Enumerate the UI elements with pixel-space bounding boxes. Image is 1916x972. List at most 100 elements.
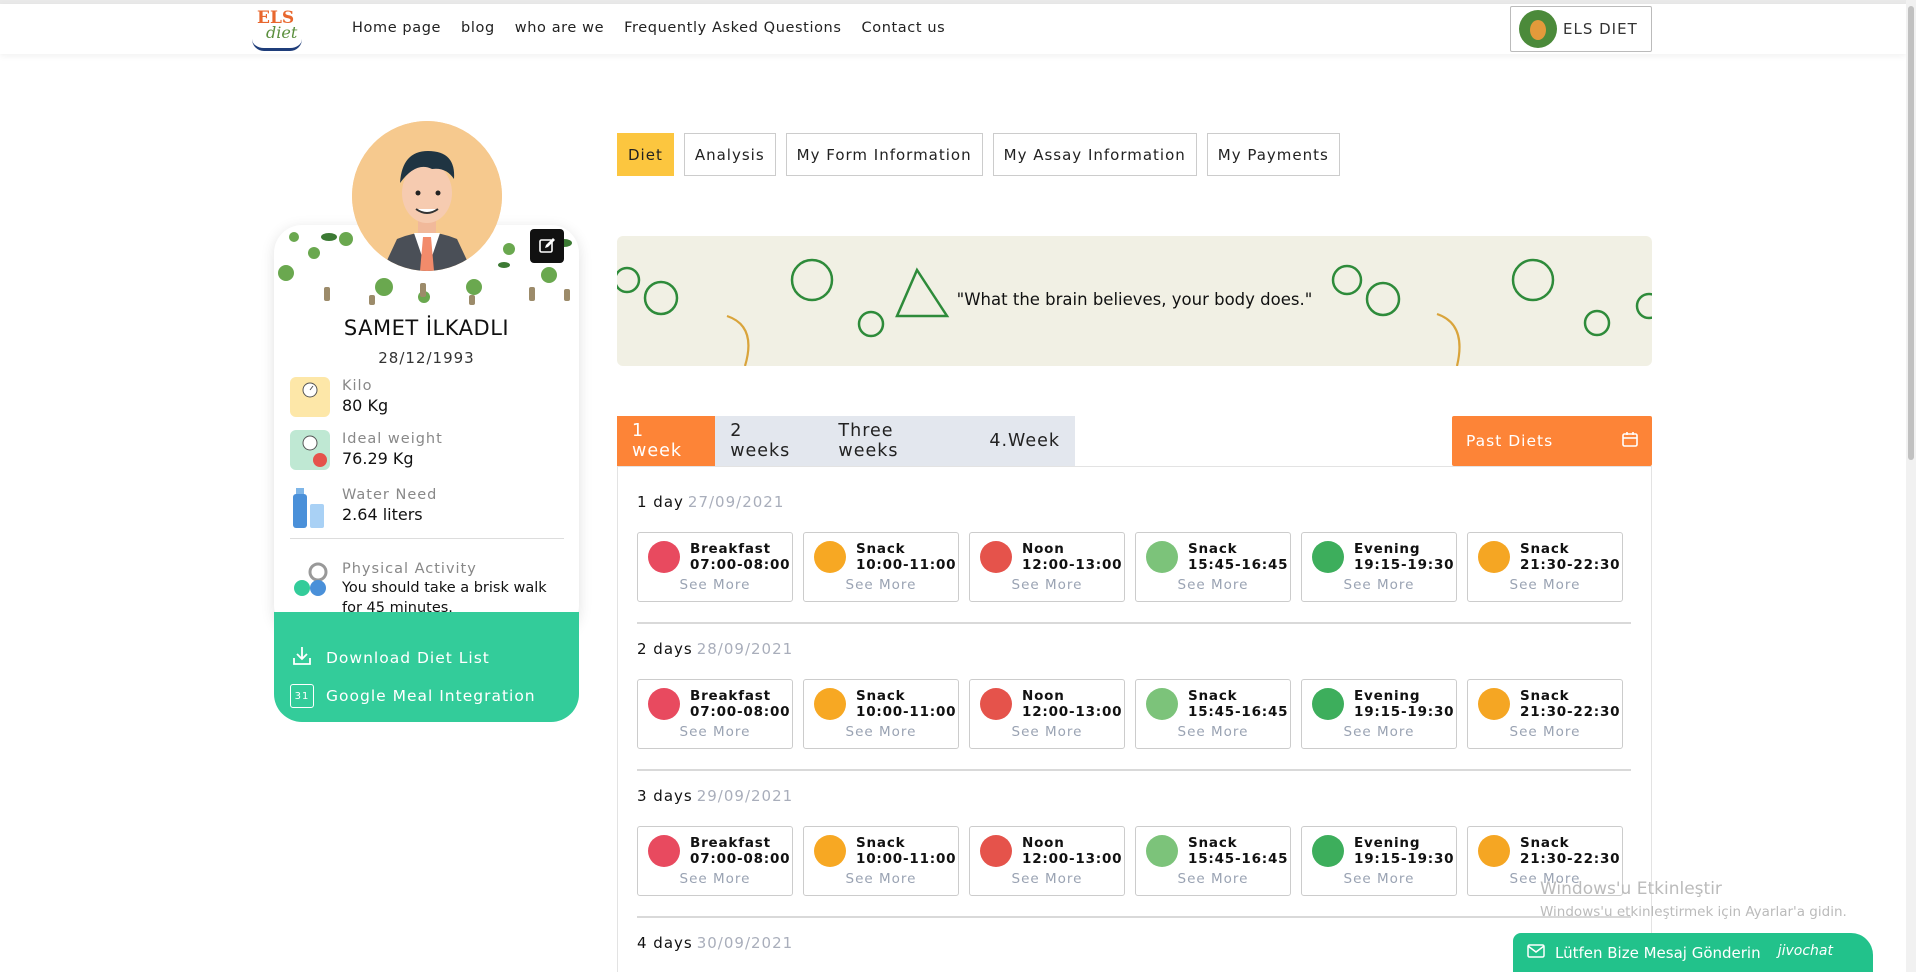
see-more-link[interactable]: See More bbox=[1136, 724, 1290, 740]
scrollbar-thumb[interactable] bbox=[1908, 6, 1914, 460]
meal-name: Breakfast bbox=[690, 688, 771, 704]
profile-divider bbox=[290, 538, 564, 539]
meal-card[interactable]: Breakfast 07:00-08:00 See More bbox=[637, 679, 793, 749]
meal-card[interactable]: Snack 10:00-11:00 See More bbox=[803, 532, 959, 602]
day-label: 2 days bbox=[637, 640, 693, 658]
stat-ideal-weight-value: 76.29 Kg bbox=[342, 449, 414, 468]
sunrise-icon bbox=[814, 541, 846, 573]
stat-physical-activity-label: Physical Activity bbox=[342, 561, 477, 577]
meal-name: Snack bbox=[1188, 688, 1238, 704]
banner-quote: "What the brain believes, your body does… bbox=[956, 290, 1313, 309]
meal-card[interactable]: Snack 10:00-11:00 See More bbox=[803, 826, 959, 896]
quote-banner: "What the brain believes, your body does… bbox=[617, 236, 1652, 366]
download-icon bbox=[290, 644, 314, 672]
tab-form-information[interactable]: My Form Information bbox=[785, 133, 983, 176]
see-more-link[interactable]: See More bbox=[804, 871, 958, 887]
day-label: 4 days bbox=[637, 934, 693, 952]
meal-card[interactable]: Snack 10:00-11:00 See More bbox=[803, 679, 959, 749]
dinner-icon bbox=[1312, 541, 1344, 573]
week-tab-3[interactable]: Three weeks bbox=[823, 416, 974, 466]
tab-analysis[interactable]: Analysis bbox=[683, 133, 776, 176]
breakfast-icon bbox=[648, 541, 680, 573]
lunch-icon bbox=[980, 835, 1012, 867]
meal-card[interactable]: Evening 19:15-19:30 See More bbox=[1301, 532, 1457, 602]
see-more-link[interactable]: See More bbox=[1302, 724, 1456, 740]
tab-payments[interactable]: My Payments bbox=[1206, 133, 1340, 176]
els-diet-logo[interactable]: ELS diet bbox=[250, 9, 304, 53]
meal-time: 21:30-22:30 bbox=[1520, 557, 1621, 573]
download-diet-list-button[interactable]: Download Diet List bbox=[290, 644, 490, 672]
stat-water-need: Water Need 2.64 liters bbox=[290, 486, 437, 528]
afternoon-icon bbox=[1146, 835, 1178, 867]
see-more-link[interactable]: See More bbox=[804, 724, 958, 740]
navbar: ELS diet Home page blog who are we Frequ… bbox=[0, 4, 1906, 54]
see-more-link[interactable]: See More bbox=[970, 871, 1124, 887]
chat-brand: jivochat bbox=[1777, 943, 1833, 959]
see-more-link[interactable]: See More bbox=[1136, 577, 1290, 593]
tab-diet[interactable]: Diet bbox=[617, 133, 674, 176]
nav-blog[interactable]: blog bbox=[461, 20, 495, 36]
meal-card[interactable]: Evening 19:15-19:30 See More bbox=[1301, 826, 1457, 896]
meal-card[interactable]: Snack 21:30-22:30 See More bbox=[1467, 679, 1623, 749]
meal-name: Evening bbox=[1354, 835, 1421, 851]
meal-card[interactable]: Noon 12:00-13:00 See More bbox=[969, 826, 1125, 896]
moon-icon bbox=[1478, 688, 1510, 720]
meal-time: 21:30-22:30 bbox=[1520, 851, 1621, 867]
meal-card[interactable]: Snack 15:45-16:45 See More bbox=[1135, 532, 1291, 602]
meal-time: 07:00-08:00 bbox=[690, 557, 791, 573]
meal-name: Snack bbox=[1520, 835, 1570, 851]
chat-widget-label: Lütfen Bize Mesaj Gönderin bbox=[1555, 943, 1761, 962]
day-heading-2: 2 days 28/09/2021 bbox=[637, 640, 793, 658]
meal-name: Snack bbox=[1188, 835, 1238, 851]
stat-ideal-weight-label: Ideal weight bbox=[342, 431, 443, 447]
chat-widget-button[interactable]: Lütfen Bize Mesaj Gönderin jivochat bbox=[1513, 933, 1873, 972]
meal-card[interactable]: Breakfast 07:00-08:00 See More bbox=[637, 532, 793, 602]
see-more-link[interactable]: See More bbox=[970, 577, 1124, 593]
see-more-link[interactable]: See More bbox=[1468, 577, 1622, 593]
tab-assay-information[interactable]: My Assay Information bbox=[992, 133, 1197, 176]
meal-card[interactable]: Noon 12:00-13:00 See More bbox=[969, 532, 1125, 602]
meal-time: 12:00-13:00 bbox=[1022, 557, 1123, 573]
meal-name: Noon bbox=[1022, 541, 1065, 557]
see-more-link[interactable]: See More bbox=[804, 577, 958, 593]
see-more-link[interactable]: See More bbox=[1136, 871, 1290, 887]
see-more-link[interactable]: See More bbox=[1302, 871, 1456, 887]
user-account-button[interactable]: ELS DIET bbox=[1510, 6, 1652, 52]
meal-card[interactable]: Evening 19:15-19:30 See More bbox=[1301, 679, 1457, 749]
week-tab-1[interactable]: 1 week bbox=[617, 416, 716, 466]
see-more-link[interactable]: See More bbox=[638, 724, 792, 740]
stat-ideal-weight: Ideal weight 76.29 Kg bbox=[290, 430, 443, 470]
stat-kilo-label: Kilo bbox=[342, 378, 373, 394]
nav-contact[interactable]: Contact us bbox=[862, 20, 946, 36]
calendar-icon bbox=[1622, 431, 1638, 451]
google-meal-integration-button[interactable]: 31 Google Meal Integration bbox=[290, 684, 536, 708]
moon-icon bbox=[1478, 541, 1510, 573]
profile-birthdate: 28/12/1993 bbox=[378, 349, 475, 367]
meal-card[interactable]: Snack 15:45-16:45 See More bbox=[1135, 826, 1291, 896]
day-date: 30/09/2021 bbox=[696, 934, 794, 952]
see-more-link[interactable]: See More bbox=[970, 724, 1124, 740]
meal-time: 10:00-11:00 bbox=[856, 704, 957, 720]
edit-profile-button[interactable] bbox=[530, 229, 564, 263]
see-more-link[interactable]: See More bbox=[1302, 577, 1456, 593]
nav-home[interactable]: Home page bbox=[352, 20, 441, 36]
stat-kilo: Kilo 80 Kg bbox=[290, 377, 388, 417]
see-more-link[interactable]: See More bbox=[638, 871, 792, 887]
nav-faq[interactable]: Frequently Asked Questions bbox=[624, 20, 841, 36]
dumbbell-icon bbox=[290, 560, 330, 600]
meal-card[interactable]: Breakfast 07:00-08:00 See More bbox=[637, 826, 793, 896]
past-diets-button[interactable]: Past Diets bbox=[1452, 416, 1652, 466]
download-diet-list-label: Download Diet List bbox=[326, 649, 490, 667]
afternoon-icon bbox=[1146, 688, 1178, 720]
meal-card[interactable]: Snack 15:45-16:45 See More bbox=[1135, 679, 1291, 749]
nav-who-are-we[interactable]: who are we bbox=[515, 20, 604, 36]
meal-card[interactable]: Snack 21:30-22:30 See More bbox=[1467, 532, 1623, 602]
week-tab-2[interactable]: 2 weeks bbox=[715, 416, 823, 466]
meal-card[interactable]: Noon 12:00-13:00 See More bbox=[969, 679, 1125, 749]
meal-name: Evening bbox=[1354, 541, 1421, 557]
see-more-link[interactable]: See More bbox=[1468, 724, 1622, 740]
week-tab-4[interactable]: 4.Week bbox=[974, 416, 1075, 466]
page-scrollbar[interactable] bbox=[1906, 0, 1916, 972]
see-more-link[interactable]: See More bbox=[638, 577, 792, 593]
day-label: 1 day bbox=[637, 493, 684, 511]
